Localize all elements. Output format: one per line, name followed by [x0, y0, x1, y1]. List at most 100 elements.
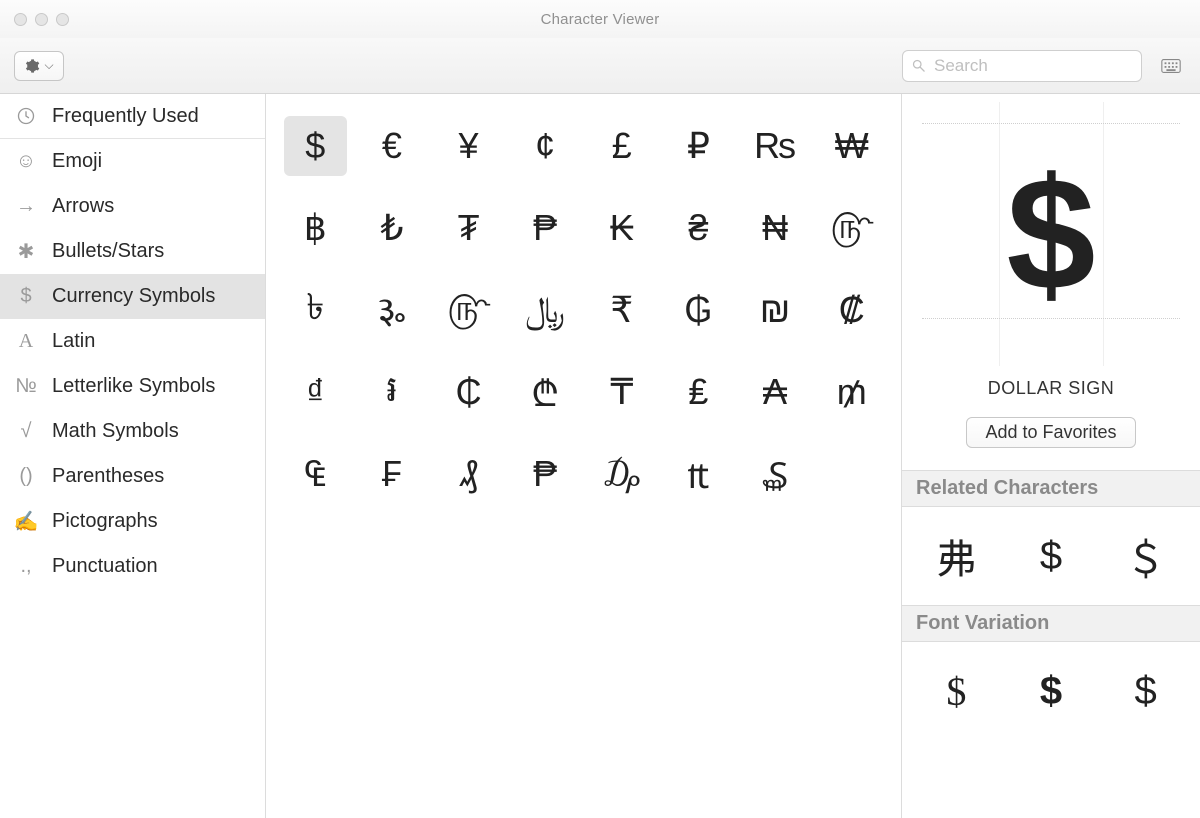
settings-menu-button[interactable]: ⌵: [14, 51, 64, 81]
glyph-cell[interactable]: ₦: [744, 198, 807, 258]
glyph-cell[interactable]: ₱: [514, 198, 577, 258]
font-variation-glyph[interactable]: $: [1009, 662, 1094, 720]
glyph-cell[interactable]: ௹: [437, 280, 500, 340]
font-variation-row: $$$: [902, 642, 1200, 740]
glyph-cell[interactable]: ៛: [361, 362, 424, 422]
glyph-cell[interactable]: ₯: [591, 444, 654, 504]
category-icon: A: [14, 330, 38, 354]
detail-pane: $ DOLLAR SIGN Add to Favorites Related C…: [901, 94, 1200, 818]
glyph-cell[interactable]: ૱: [361, 280, 424, 340]
sidebar-item-math-symbols[interactable]: √ Math Symbols: [0, 409, 265, 454]
glyph-cell[interactable]: ₲: [667, 280, 730, 340]
sidebar-item-label: Arrows: [52, 195, 114, 218]
close-icon[interactable]: [14, 13, 27, 26]
search-field[interactable]: [902, 50, 1142, 82]
keyboard-icon: [1160, 55, 1182, 77]
category-icon: ☺: [14, 150, 38, 174]
window-title: Character Viewer: [0, 11, 1200, 28]
glyph-cell[interactable]: ₡: [820, 280, 883, 340]
search-input[interactable]: [932, 55, 1133, 77]
sidebar-item-frequently-used[interactable]: Frequently Used: [0, 94, 265, 139]
related-character[interactable]: 弗: [914, 527, 999, 585]
sidebar-item-parentheses[interactable]: () Parentheses: [0, 454, 265, 499]
search-icon: [911, 58, 926, 73]
sidebar-item-label: Parentheses: [52, 465, 164, 488]
glyph-cell[interactable]: ₸: [591, 362, 654, 422]
glyph-cell[interactable]: £: [591, 116, 654, 176]
glyph-cell[interactable]: ₥: [820, 362, 883, 422]
sidebar-item-bullets-stars[interactable]: ✱ Bullets/Stars: [0, 229, 265, 274]
glyph-cell[interactable]: ₺: [361, 198, 424, 258]
glyph-cell[interactable]: ₷: [744, 444, 807, 504]
related-character[interactable]: ＄: [1103, 527, 1188, 585]
glyph-cell[interactable]: ₱: [514, 444, 577, 504]
glyph-cell[interactable]: ₨: [744, 116, 807, 176]
glyph-preview: $: [902, 94, 1200, 374]
traffic-lights: [0, 13, 69, 26]
sidebar-item-label: Emoji: [52, 150, 102, 173]
glyph-cell[interactable]: ₫: [284, 362, 347, 422]
sidebar: Frequently Used ☺ Emoji → Arrows ✱ Bullets/St…: [0, 94, 266, 818]
glyph-cell[interactable]: ₾: [514, 362, 577, 422]
sidebar-item-latin[interactable]: A Latin: [0, 319, 265, 364]
category-icon: √: [14, 420, 38, 444]
glyph-cell[interactable]: ₹: [591, 280, 654, 340]
window: Character Viewer ⌵ Frequently Used ☺ Emoj…: [0, 0, 1200, 818]
sidebar-item-letterlike-symbols[interactable]: №Letterlike Symbols: [0, 364, 265, 409]
related-characters-header: Related Characters: [902, 470, 1200, 507]
minimize-icon[interactable]: [35, 13, 48, 26]
category-icon: →: [14, 195, 38, 219]
sidebar-item-arrows[interactable]: → Arrows: [0, 184, 265, 229]
glyph-cell[interactable]: ﷼: [514, 280, 577, 340]
keyboard-toggle-button[interactable]: [1156, 51, 1186, 81]
glyph-cell[interactable]: ₭: [591, 198, 654, 258]
zoom-icon[interactable]: [56, 13, 69, 26]
glyph-cell[interactable]: ₣: [361, 444, 424, 504]
sidebar-item-emoji[interactable]: ☺ Emoji: [0, 139, 265, 184]
sidebar-item-label: Currency Symbols: [52, 285, 215, 308]
sidebar-item-label: Bullets/Stars: [52, 240, 164, 263]
glyph-cell[interactable]: ₠: [284, 444, 347, 504]
font-variation-glyph[interactable]: $: [914, 662, 999, 720]
glyph-cell[interactable]: ฿: [284, 198, 347, 258]
category-icon: $: [14, 285, 38, 309]
glyph-cell[interactable]: ₤: [667, 362, 730, 422]
glyph-cell[interactable]: ₮: [437, 198, 500, 258]
related-character[interactable]: $: [1009, 527, 1094, 585]
sidebar-item-label: Latin: [52, 330, 95, 353]
toolbar: ⌵: [0, 38, 1200, 94]
sidebar-item-punctuation[interactable]: ., Punctuation: [0, 544, 265, 589]
sidebar-item-currency-symbols[interactable]: $ Currency Symbols: [0, 274, 265, 319]
gear-icon: [24, 58, 40, 74]
category-icon: ✱: [14, 240, 38, 264]
glyph-cell[interactable]: ₳: [744, 362, 807, 422]
glyph-cell[interactable]: ₵: [437, 362, 500, 422]
glyph-cell[interactable]: ₴: [667, 198, 730, 258]
glyph-cell[interactable]: ¥: [437, 116, 500, 176]
glyph-cell[interactable]: ৳: [284, 280, 347, 340]
sidebar-item-label: Pictographs: [52, 510, 158, 533]
sidebar-item-label: Math Symbols: [52, 420, 179, 443]
glyph-cell[interactable]: €: [361, 116, 424, 176]
category-icon: .,: [14, 555, 38, 579]
related-characters-row: 弗$＄: [902, 507, 1200, 605]
sidebar-item-pictographs[interactable]: ✍ Pictographs: [0, 499, 265, 544]
sidebar-item-label: Punctuation: [52, 555, 158, 578]
glyph-cell[interactable]: ௹: [820, 198, 883, 258]
category-icon: (): [14, 465, 38, 489]
character-name: DOLLAR SIGN: [902, 378, 1200, 399]
glyph-cell[interactable]: ₰: [437, 444, 500, 504]
preview-glyph: $: [1007, 154, 1096, 314]
font-variation-glyph[interactable]: $: [1103, 662, 1188, 720]
chevron-down-icon: ⌵: [44, 58, 53, 73]
glyph-cell[interactable]: $: [284, 116, 347, 176]
glyph-cell[interactable]: ₶: [667, 444, 730, 504]
glyph-cell[interactable]: ₪: [744, 280, 807, 340]
glyph-cell[interactable]: ₩: [820, 116, 883, 176]
glyph-cell[interactable]: ₽: [667, 116, 730, 176]
glyph-cell[interactable]: ¢: [514, 116, 577, 176]
add-to-favorites-button[interactable]: Add to Favorites: [966, 417, 1135, 448]
category-icon: №: [14, 375, 38, 399]
font-variation-header: Font Variation: [902, 605, 1200, 642]
category-icon: ✍: [14, 510, 38, 534]
